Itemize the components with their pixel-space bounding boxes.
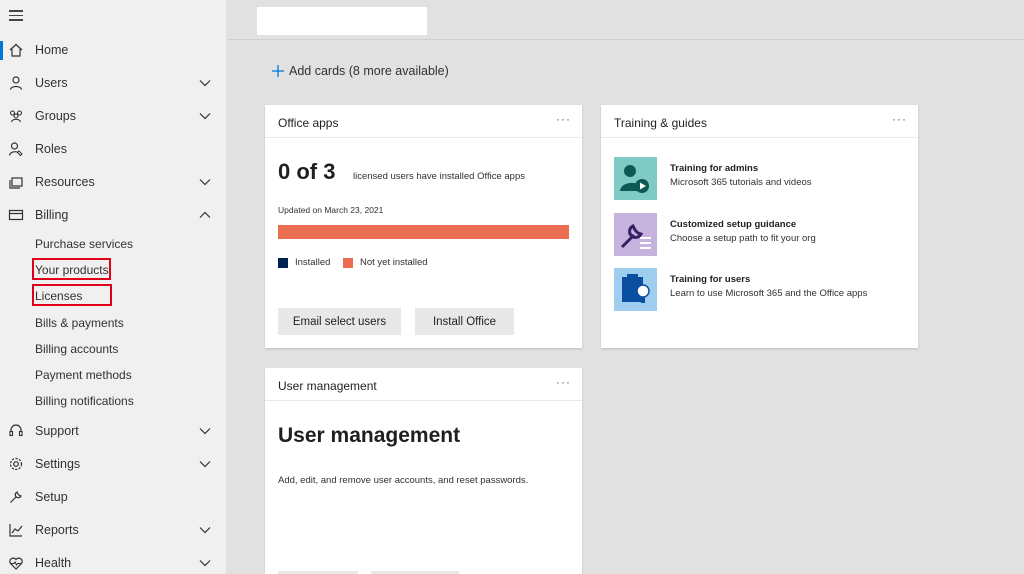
nav-item-label: Support (35, 424, 79, 438)
home-icon (9, 43, 23, 57)
guide-title: Training for admins (670, 163, 759, 174)
heart-icon (9, 557, 23, 570)
nav-item-billing[interactable]: Billing (0, 200, 226, 230)
header-divider (227, 39, 1024, 40)
nav-item-label: Settings (35, 457, 81, 471)
chevron-down-icon[interactable] (199, 177, 211, 187)
card-header: User management ··· (265, 368, 582, 401)
guide-description: Microsoft 365 tutorials and videos (670, 177, 812, 188)
nav-item-label: Setup (35, 490, 68, 504)
clipboard-bulb-icon (614, 268, 657, 311)
chevron-down-icon[interactable] (199, 426, 211, 436)
legend-label: Not yet installed (360, 257, 428, 268)
card-header: Office apps ··· (265, 105, 582, 138)
setup-tools-icon (614, 213, 657, 256)
user-management-description: Add, edit, and remove user accounts, and… (278, 475, 529, 486)
guide-training-for-users[interactable]: Training for users Learn to use Microsof… (614, 268, 914, 312)
more-options-icon[interactable]: ··· (556, 375, 571, 389)
nav-item-settings[interactable]: Settings (0, 449, 226, 479)
billing-sub-billing-accounts[interactable]: Billing accounts (35, 339, 118, 359)
card-title: User management (278, 379, 377, 393)
nav-item-health[interactable]: Health (0, 548, 226, 574)
billing-sub-bills-payments[interactable]: Bills & payments (35, 313, 124, 333)
install-office-button[interactable]: Install Office (415, 308, 514, 335)
wrench-icon (10, 491, 22, 503)
highlight-box-your-products (32, 258, 111, 280)
nav-item-label: Home (35, 43, 69, 57)
nav-item-label: Roles (35, 142, 67, 156)
billing-sub-payment-methods[interactable]: Payment methods (35, 365, 132, 385)
nav-item-label: Groups (35, 109, 76, 123)
gear-icon (9, 457, 23, 471)
chevron-down-icon[interactable] (199, 78, 211, 88)
more-options-icon[interactable]: ··· (892, 112, 907, 126)
resources-icon (9, 177, 23, 189)
guide-customized-setup[interactable]: Customized setup guidance Choose a setup… (614, 213, 914, 257)
nav-item-support[interactable]: Support (0, 416, 226, 446)
nav-item-label: Health (35, 556, 72, 570)
guide-title: Training for users (670, 274, 751, 285)
training-guides-card: Training & guides ··· Training for admin… (601, 105, 918, 348)
highlight-box-licenses (32, 284, 112, 306)
nav-item-label: Users (35, 76, 68, 90)
chevron-down-icon[interactable] (199, 459, 211, 469)
chevron-up-icon[interactable] (199, 210, 211, 220)
install-progress-bar (278, 225, 569, 239)
email-select-users-button[interactable]: Email select users (278, 308, 401, 335)
installed-count: 0 of 3 (278, 159, 336, 184)
more-options-icon[interactable]: ··· (556, 112, 571, 126)
chevron-down-icon[interactable] (199, 111, 211, 121)
nav-item-users[interactable]: Users (0, 68, 226, 98)
legend-label: Installed (295, 257, 331, 268)
chevron-down-icon[interactable] (199, 558, 211, 568)
card-title: Training & guides (614, 116, 707, 130)
guide-training-for-admins[interactable]: Training for admins Microsoft 365 tutori… (614, 157, 914, 201)
left-nav: Home Users Groups Roles Resources Billin… (0, 0, 227, 574)
nav-item-roles[interactable]: Roles (0, 134, 226, 164)
admin-video-icon (614, 157, 657, 200)
nav-item-label: Resources (35, 175, 95, 189)
legend-installed: Installed (278, 257, 330, 268)
main-content: Add cards (8 more available) Office apps… (227, 0, 1024, 574)
legend-swatch (278, 257, 288, 268)
nav-item-label: Billing (35, 208, 69, 222)
user-management-heading: User management (278, 424, 461, 447)
nav-item-label: Reports (35, 523, 79, 537)
add-cards-label: Add cards (8 more available) (289, 64, 449, 78)
billing-sub-billing-notifications[interactable]: Billing notifications (35, 391, 134, 411)
groups-icon (9, 110, 23, 123)
redacted-title-box (257, 7, 427, 35)
plus-icon (272, 65, 284, 77)
nav-item-resources[interactable]: Resources (0, 167, 226, 197)
installed-description: licensed users have installed Office app… (353, 171, 525, 182)
nav-item-setup[interactable]: Setup (0, 482, 226, 512)
card-title: Office apps (278, 116, 339, 130)
billing-sub-purchase-services[interactable]: Purchase services (35, 234, 133, 254)
progress-not-installed (278, 225, 569, 239)
add-cards-button[interactable]: Add cards (8 more available) (271, 64, 449, 78)
guide-description: Choose a setup path to fit your org (670, 233, 816, 244)
headset-icon (9, 424, 23, 437)
chevron-down-icon[interactable] (199, 525, 211, 535)
nav-item-reports[interactable]: Reports (0, 515, 226, 545)
guide-title: Customized setup guidance (670, 219, 797, 230)
person-icon (9, 76, 23, 90)
legend-swatch (343, 257, 353, 268)
user-management-card: User management ··· User management Add,… (265, 368, 582, 574)
hamburger-icon[interactable] (9, 10, 23, 22)
guide-description: Learn to use Microsoft 365 and the Offic… (670, 288, 868, 299)
legend-not-installed: Not yet installed (343, 257, 428, 268)
chart-icon (9, 524, 23, 537)
office-apps-card: Office apps ··· 0 of 3 licensed users ha… (265, 105, 582, 348)
card-header: Training & guides ··· (601, 105, 918, 138)
billing-icon (8, 209, 24, 221)
nav-item-home[interactable]: Home (0, 35, 226, 65)
updated-date: Updated on March 23, 2021 (278, 205, 384, 215)
nav-item-groups[interactable]: Groups (0, 101, 226, 131)
roles-icon (8, 142, 23, 157)
